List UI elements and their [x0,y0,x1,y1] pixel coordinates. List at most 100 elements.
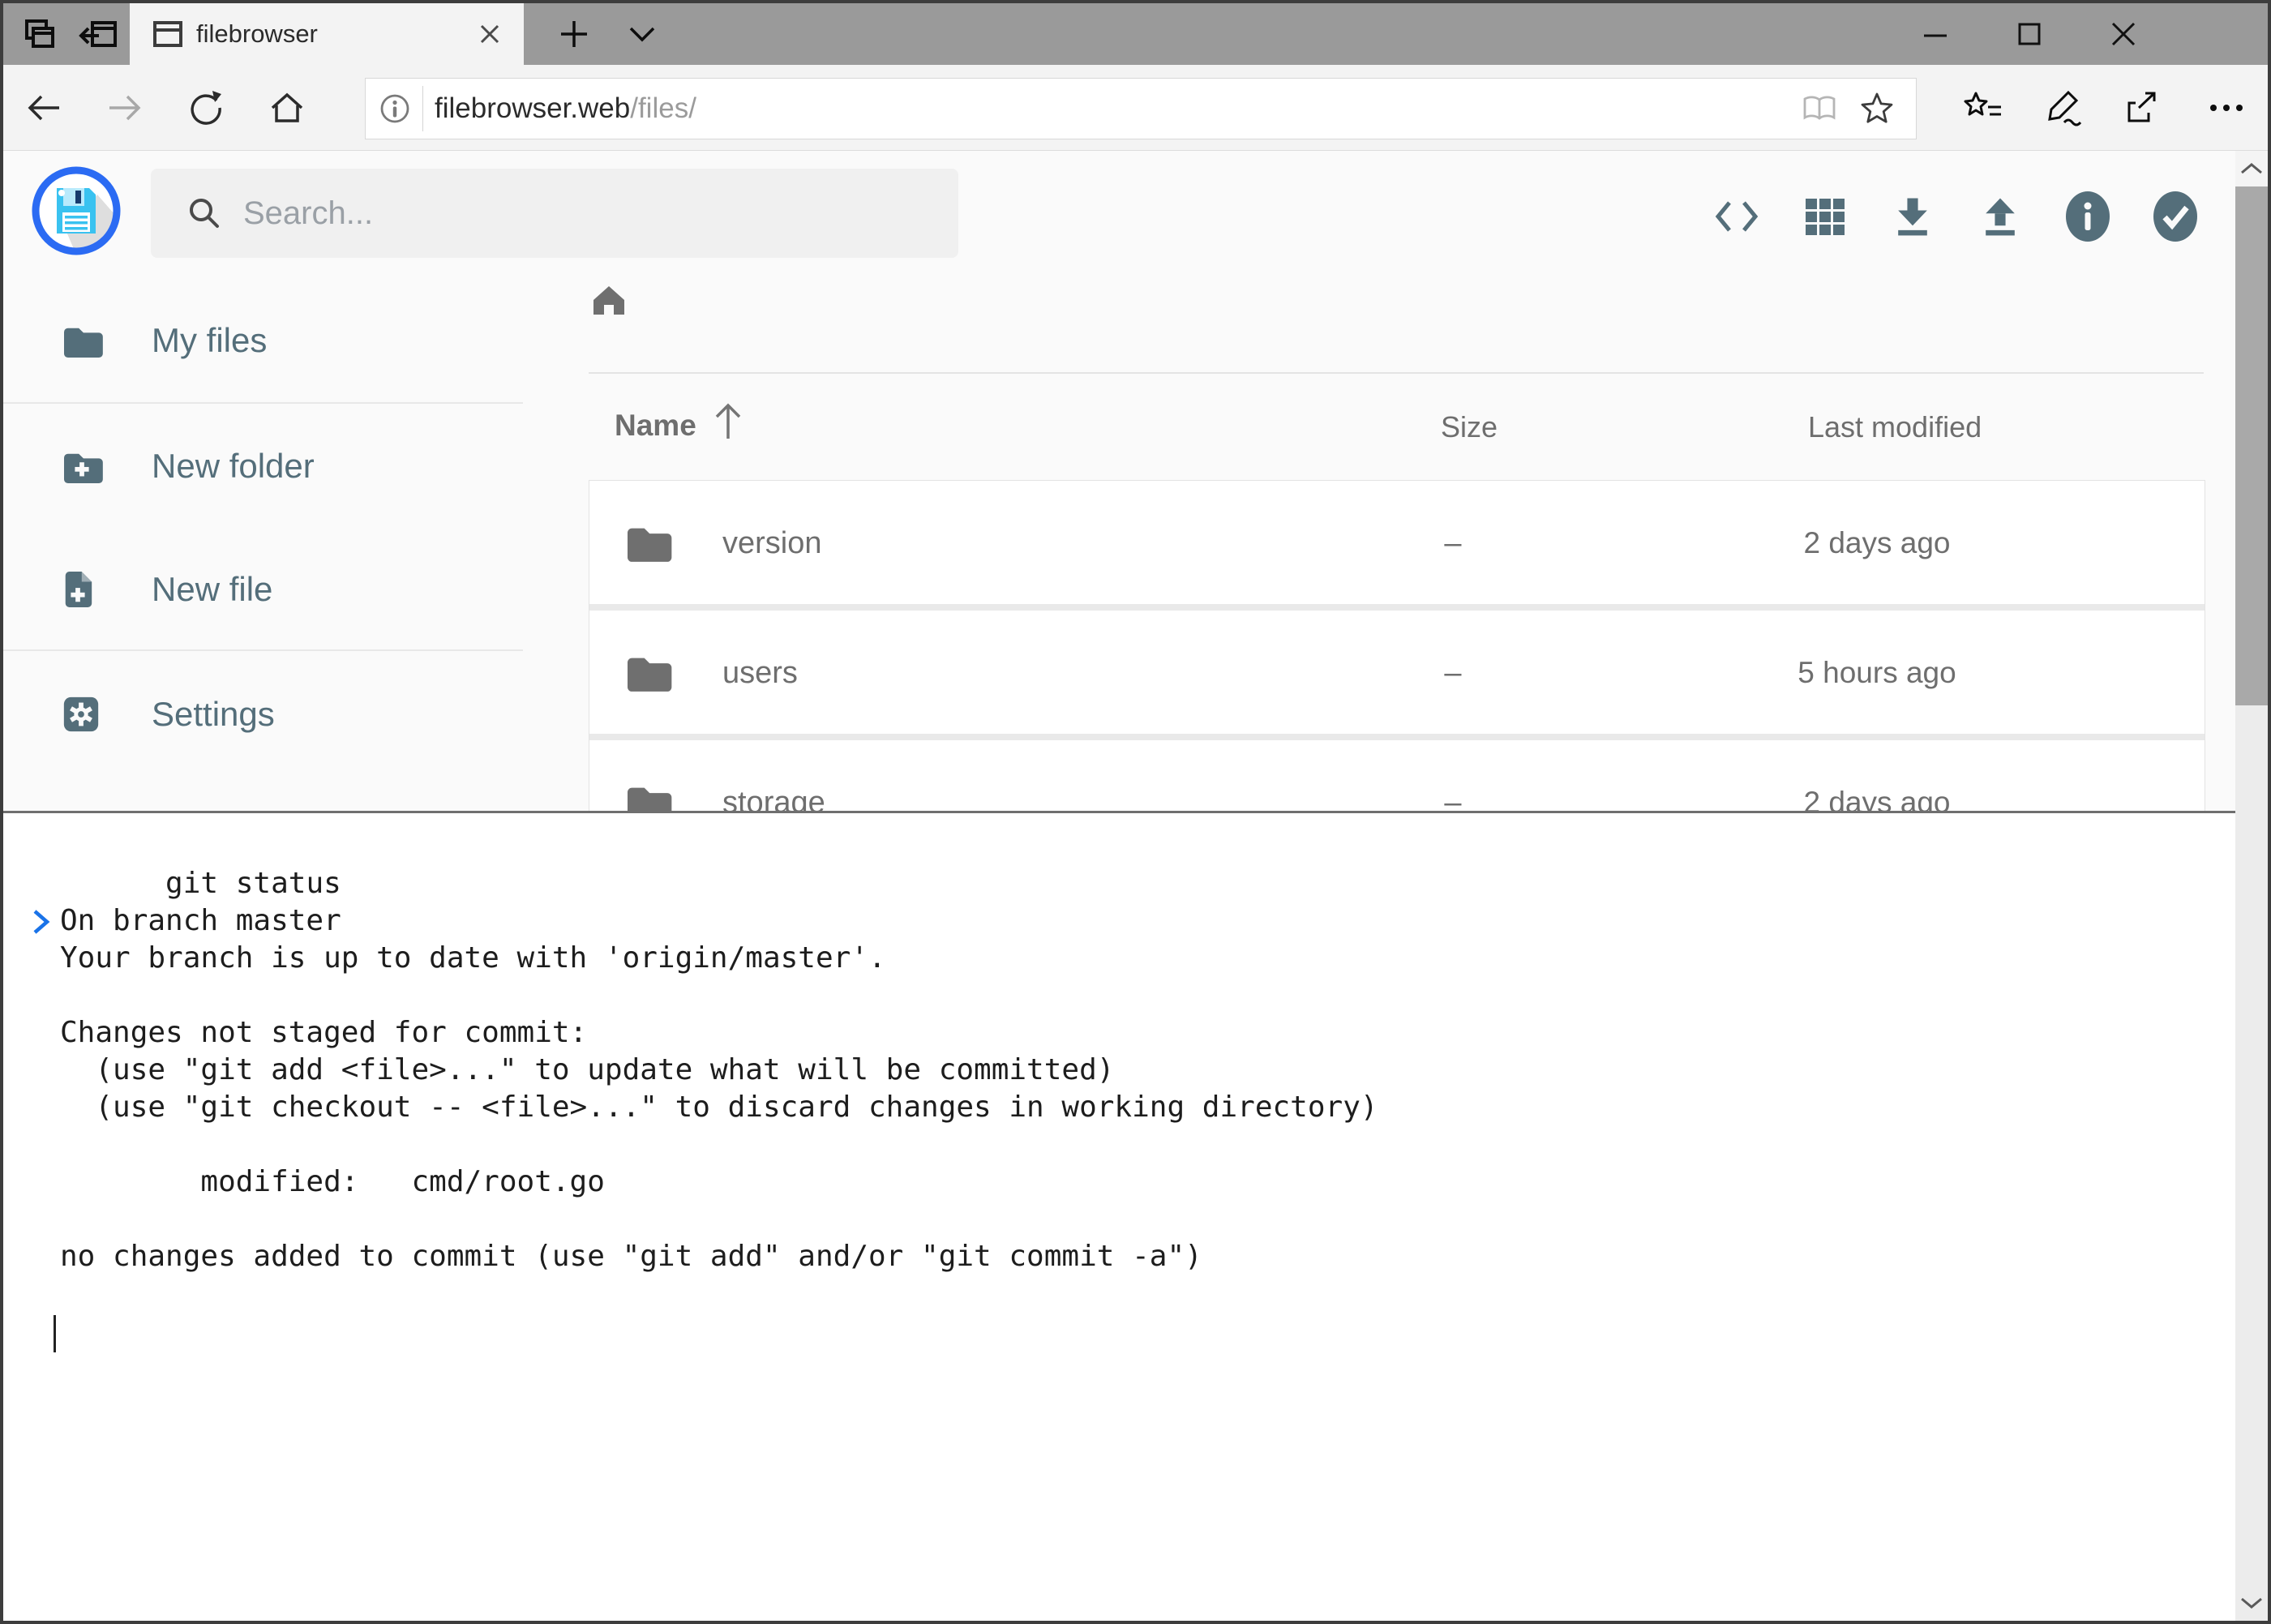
refresh-button[interactable] [172,65,240,150]
sidebar-divider [3,649,523,651]
upload-icon [1976,193,2025,240]
add-favorite-star-icon[interactable] [1859,91,1895,126]
refresh-icon [187,89,225,126]
file-row-storage[interactable]: storage – 2 days ago [589,740,2205,817]
close-icon [2110,20,2137,48]
scroll-up-button[interactable] [2235,151,2268,186]
check-circle-icon [2150,190,2200,243]
web-note-button[interactable] [2029,65,2097,150]
select-multiple-button[interactable] [2149,190,2202,243]
terminal-panel[interactable]: git status On branch master Your branch … [3,811,2235,1623]
close-window-button[interactable] [2076,3,2170,65]
terminal-line [60,1201,2235,1238]
share-icon [2121,88,2160,127]
home-button[interactable] [253,65,321,150]
download-icon [1888,193,1937,240]
sidebar-item-settings[interactable]: Settings [3,666,523,762]
sidebar-item-new-folder[interactable]: New folder [3,418,523,514]
file-size: – [1433,526,1473,561]
terminal-line [60,865,2235,902]
url-host: filebrowser.web [435,92,630,124]
terminal-command-line: git status [60,828,2235,865]
upload-button[interactable] [1973,190,2027,243]
tab-list-button[interactable] [616,3,668,65]
column-header-name[interactable]: Name [615,409,696,443]
folder-icon [623,522,672,563]
file-name: users [722,656,798,691]
settings-gear-icon [61,694,103,735]
minimize-button[interactable] [1888,3,1982,65]
tab-title: filebrowser [196,19,473,49]
column-header-size[interactable]: Size [1441,410,1498,444]
reading-view-icon[interactable] [1801,92,1838,125]
sidebar-item-label: Settings [152,695,275,734]
info-circle-icon [2063,190,2113,243]
address-divider [422,86,423,131]
file-modified: 2 days ago [1772,526,1982,560]
terminal-cursor [54,1315,56,1352]
page-scrollbar[interactable] [2235,151,2268,1621]
grid-view-button[interactable] [1798,190,1852,243]
floppy-disk-icon [29,164,123,258]
terminal-line: Your branch is up to date with 'origin/m… [60,940,2235,977]
terminal-line: Changes not staged for commit: [60,1014,2235,1052]
column-header-modified[interactable]: Last modified [1808,410,1982,444]
scrollbar-thumb[interactable] [2235,186,2268,705]
sidebar-item-label: New file [152,570,272,609]
forward-button[interactable] [91,65,159,150]
sidebar-item-new-file[interactable]: New file [3,542,523,637]
page-favicon-icon [152,20,183,48]
sidebar-divider [3,402,523,404]
address-bar[interactable]: filebrowser.web/files/ [365,78,1917,139]
share-button[interactable] [2106,65,2175,150]
sort-ascending-icon[interactable] [710,401,746,443]
file-row-version[interactable]: version – 2 days ago [589,481,2205,604]
forward-icon [106,89,144,126]
plus-icon [559,19,589,49]
browser-tab-bar: filebrowser [3,3,2268,65]
set-tabs-aside-button[interactable] [73,3,125,65]
sidebar-item-my-files[interactable]: My files [3,293,523,388]
search-input[interactable] [242,195,893,233]
file-list: version – 2 days ago users – 5 hours ago… [589,480,2205,817]
url-path: /files/ [630,92,696,124]
scroll-down-button[interactable] [2235,1585,2268,1621]
file-modified: 5 hours ago [1772,656,1982,690]
browser-tab[interactable]: filebrowser [130,3,524,65]
folder-icon [61,323,103,358]
terminal-line: modified: cmd/root.go [60,1163,2235,1201]
url-text[interactable]: filebrowser.web/files/ [435,92,1801,125]
tab-preview-button[interactable] [13,3,65,65]
site-info-icon[interactable] [379,92,411,125]
maximize-icon [2016,21,2042,47]
folder-icon [623,652,672,692]
download-button[interactable] [1886,190,1939,243]
folder-plus-icon [61,448,103,484]
filebrowser-logo[interactable] [29,164,123,258]
terminal-output: git status On branch master Your branch … [3,828,2235,1275]
search-box[interactable] [151,169,958,258]
breadcrumb-home-button[interactable] [589,282,629,318]
sidebar-item-label: New folder [152,447,315,486]
terminal-line: no changes added to commit (use "git add… [60,1238,2235,1275]
maximize-button[interactable] [1982,3,2076,65]
home-icon [268,89,306,126]
breadcrumb-divider [589,372,2204,374]
sidebar-item-label: My files [152,321,267,360]
file-name: version [722,526,822,561]
grid-icon [1804,195,1846,238]
info-button[interactable] [2061,190,2115,243]
raw-view-button[interactable] [1710,190,1763,243]
new-tab-button[interactable] [548,3,600,65]
search-icon [186,195,222,231]
minimize-icon [1922,21,1948,47]
settings-more-button[interactable] [2192,65,2260,150]
browser-toolbar: filebrowser.web/files/ [3,65,2268,151]
back-button[interactable] [10,65,78,150]
tab-close-button[interactable] [473,18,506,50]
file-plus-icon [61,568,103,611]
back-icon [25,89,62,126]
file-row-users[interactable]: users – 5 hours ago [589,611,2205,734]
chevron-down-icon [628,26,656,42]
favorites-hub-button[interactable] [1949,65,2017,150]
